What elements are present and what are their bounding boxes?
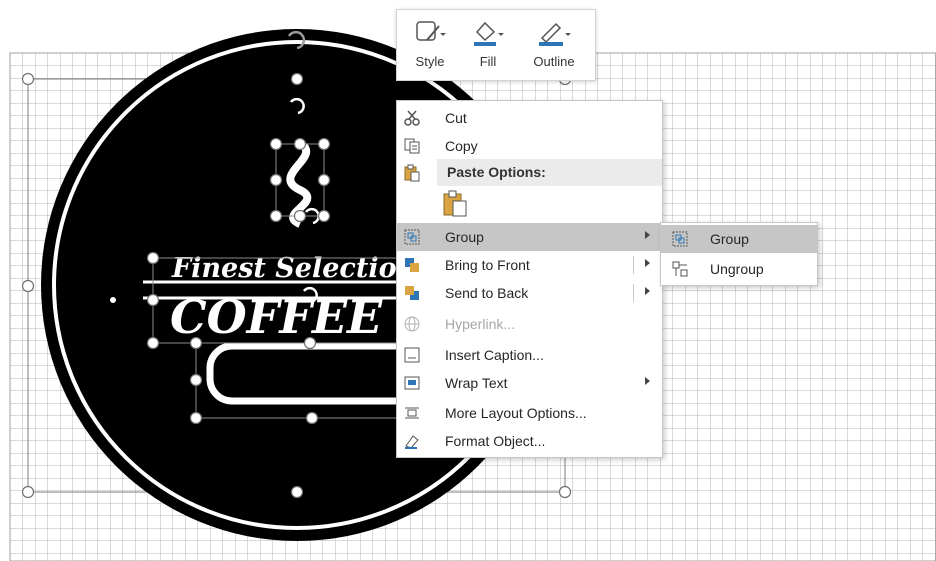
menu-label-cut: Cut: [445, 110, 467, 126]
menu-item-copy[interactable]: Copy: [397, 132, 662, 160]
chevron-right-icon: [645, 377, 650, 385]
paste-keep-source-button[interactable]: [441, 189, 471, 219]
menu-item-group[interactable]: Group: [397, 223, 662, 251]
menu-label-more-layout-options: More Layout Options...: [445, 405, 587, 421]
menu-label-send-to-back: Send to Back: [445, 285, 529, 301]
menu-item-format-object[interactable]: Format Object...: [397, 427, 662, 455]
copy-icon: [403, 137, 421, 155]
send-to-back-icon: [403, 284, 421, 302]
layout-options-icon: [403, 404, 421, 422]
menu-item-cut[interactable]: Cut: [397, 104, 662, 132]
insert-caption-icon: [403, 346, 421, 364]
menu-label-insert-caption: Insert Caption...: [445, 347, 544, 363]
menu-item-wrap-text[interactable]: Wrap Text: [397, 369, 662, 397]
menu-label-format-object: Format Object...: [445, 433, 546, 449]
fill-label: Fill: [479, 54, 497, 69]
style-button[interactable]: Style: [405, 10, 455, 80]
menu-label-hyperlink: Hyperlink...: [445, 316, 516, 332]
menu-item-hyperlink[interactable]: Hyperlink...: [397, 310, 662, 338]
submenu-label-ungroup: Ungroup: [710, 261, 764, 277]
paste-icon: [403, 164, 421, 182]
group-icon: [403, 228, 421, 246]
chevron-right-icon[interactable]: [645, 259, 650, 267]
paste-clipboard-icon: [443, 190, 467, 217]
chevron-right-icon: [645, 231, 650, 239]
menu-label-copy: Copy: [445, 138, 478, 154]
scissors-icon: [403, 109, 421, 127]
menu-item-insert-caption[interactable]: Insert Caption...: [397, 341, 662, 369]
paste-options-header: Paste Options:: [437, 159, 662, 186]
shape-outline-icon: [536, 18, 572, 53]
menu-label-wrap-text: Wrap Text: [445, 375, 508, 391]
menu-item-more-layout-options[interactable]: More Layout Options...: [397, 399, 662, 427]
outline-label: Outline: [533, 54, 575, 69]
style-label: Style: [415, 54, 445, 69]
paste-options-label: Paste Options:: [447, 164, 546, 180]
wrap-text-icon: [403, 374, 421, 392]
mini-toolbar: Style Fill Outline: [396, 9, 596, 81]
fill-button[interactable]: Fill: [463, 10, 513, 80]
split-divider: [633, 256, 634, 274]
menu-label-group: Group: [445, 229, 484, 245]
bring-to-front-icon: [403, 256, 421, 274]
menu-item-send-to-back[interactable]: Send to Back: [397, 279, 662, 307]
shape-style-icon: [413, 18, 447, 53]
outline-button[interactable]: Outline: [519, 10, 589, 80]
ungroup-icon: [671, 260, 689, 278]
chevron-right-icon[interactable]: [645, 287, 650, 295]
group-icon: [671, 230, 689, 248]
group-submenu: Group Ungroup: [660, 222, 818, 286]
hyperlink-icon: [403, 315, 421, 333]
format-object-icon: [403, 432, 421, 450]
fill-bucket-icon: [471, 18, 505, 53]
menu-item-bring-to-front[interactable]: Bring to Front: [397, 251, 662, 279]
submenu-label-group: Group: [710, 231, 749, 247]
context-menu: Cut Copy Paste Options: Group Bring to F…: [396, 100, 663, 458]
split-divider: [633, 284, 634, 302]
menu-label-bring-to-front: Bring to Front: [445, 257, 530, 273]
submenu-item-ungroup[interactable]: Ungroup: [661, 255, 817, 283]
submenu-item-group[interactable]: Group: [661, 225, 817, 253]
